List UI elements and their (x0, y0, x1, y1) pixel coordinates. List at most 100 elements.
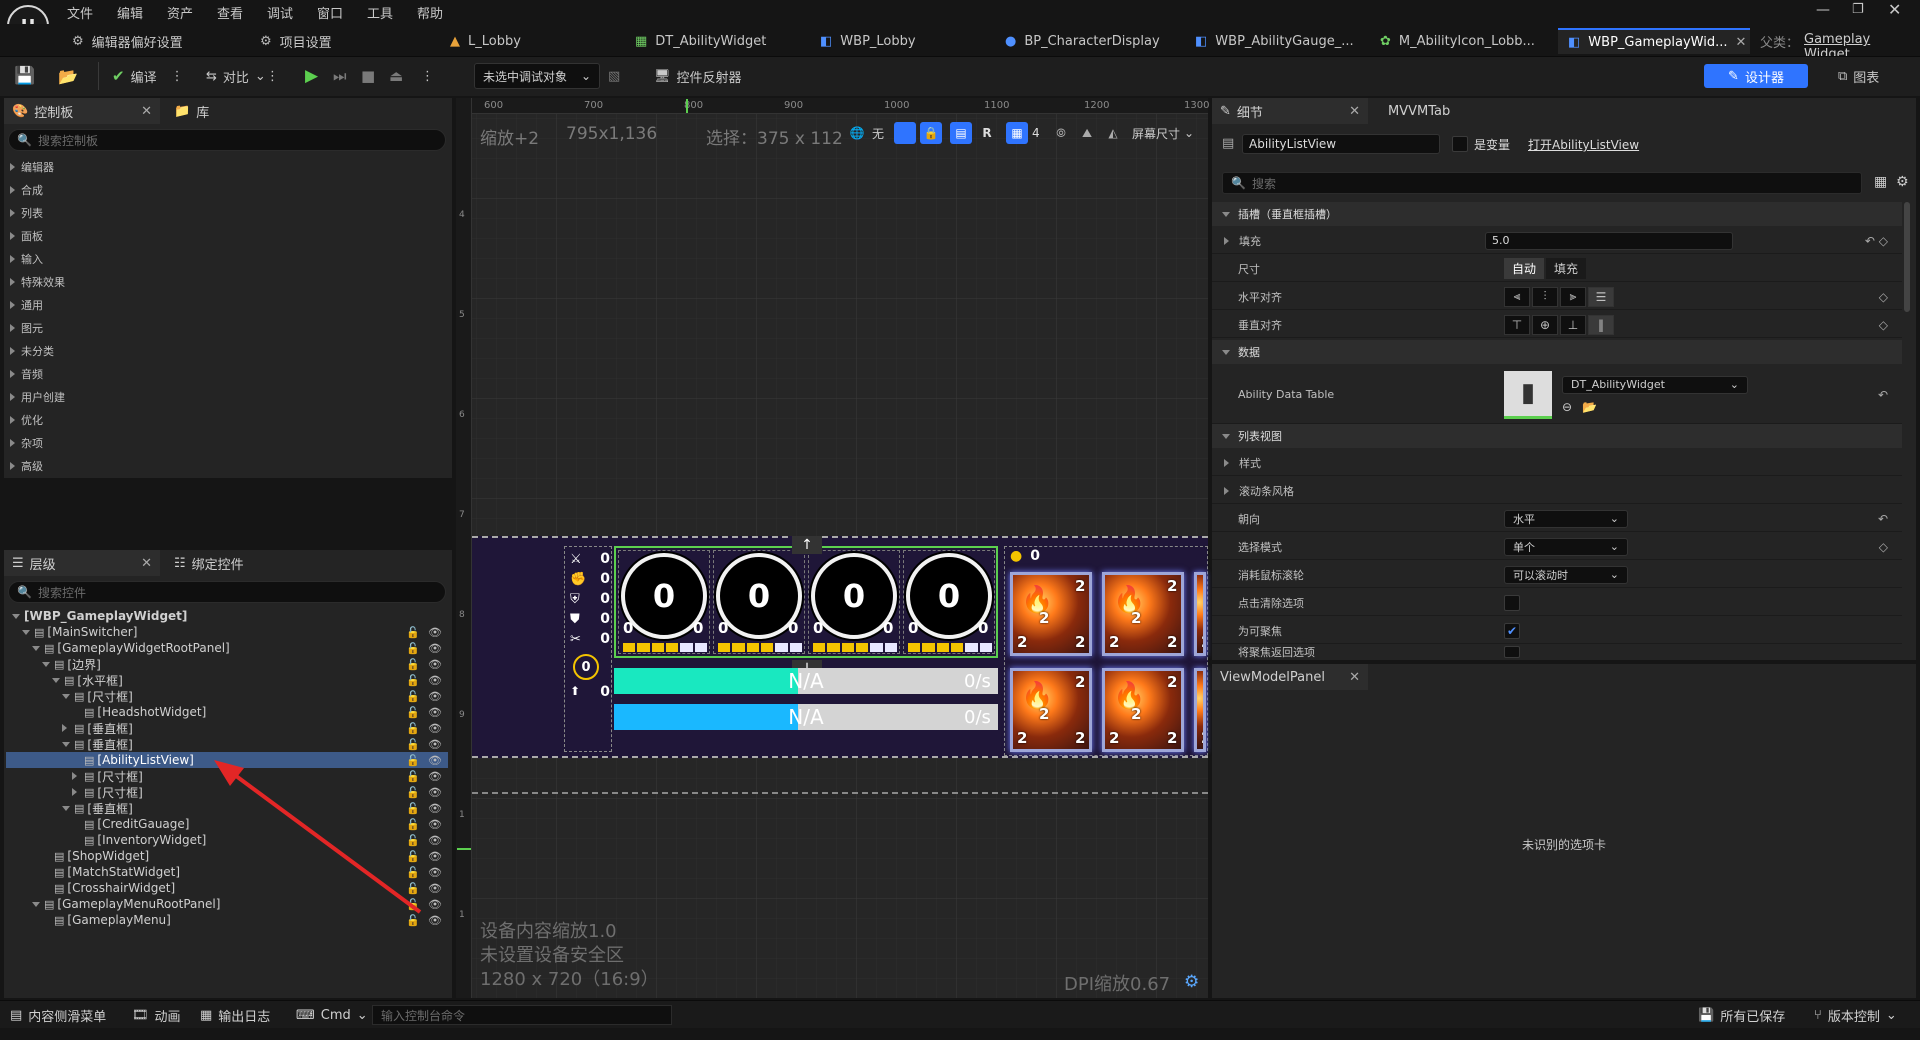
close-tab-icon[interactable]: ✕ (1735, 35, 1746, 50)
lock-icon[interactable]: 🔒 (920, 122, 943, 144)
focusable-checkbox-checked[interactable]: ✔ (1504, 622, 1520, 639)
visibility-eye-icon[interactable]: 👁 (428, 674, 442, 687)
tab-dt-abilitywidget[interactable]: ▦ DT_AbilityWidget (625, 28, 776, 54)
tree-row[interactable]: ▤ [边界] 🔓 👁 (6, 656, 448, 672)
inventory-card[interactable]: 🔥2 (1194, 668, 1206, 752)
tab-details[interactable]: ✎ 细节 ✕ (1212, 98, 1368, 124)
settings-gear-icon[interactable]: ⚙ (1896, 174, 1909, 190)
minimize-icon[interactable]: — (1816, 2, 1830, 18)
align-center-icon[interactable]: ⫶ (1532, 286, 1558, 307)
chevron-right-icon[interactable] (1224, 236, 1229, 245)
tab-m-abilityicon[interactable]: ✿ M_AbilityIcon_Lobb... (1370, 28, 1545, 54)
output-log-button[interactable]: ▦ 输出日志 (200, 1003, 270, 1027)
menu-file[interactable]: 文件 (67, 3, 93, 22)
visibility-eye-icon[interactable]: 👁 (428, 706, 442, 719)
palette-category[interactable]: 高级 (10, 455, 43, 477)
close-icon[interactable]: ✕ (141, 556, 152, 571)
valign-top-icon[interactable]: ⊤ (1504, 314, 1530, 335)
section-listview[interactable]: 列表视图 (1212, 424, 1902, 448)
grid-snap-value[interactable]: 4 (1032, 122, 1046, 144)
tree-row[interactable]: [WBP_GameplayWidget] (6, 608, 448, 624)
tree-toggle[interactable] (42, 661, 54, 667)
tree-toggle[interactable] (32, 645, 44, 651)
style-row[interactable]: 样式 (1212, 450, 1902, 476)
tab-wbp-lobby[interactable]: ◧ WBP_Lobby (810, 28, 926, 54)
globe-icon[interactable]: 🌐 (846, 122, 868, 144)
tab-editor-prefs[interactable]: ⚙ 编辑器偏好设置 (62, 28, 193, 54)
visibility-eye-icon[interactable]: 👁 (428, 722, 442, 735)
maximize-icon[interactable]: ❐ (1852, 2, 1864, 17)
details-scrollbar[interactable] (1904, 202, 1910, 312)
grid-snap-icon[interactable]: ▦ (1006, 122, 1029, 144)
tab-project-settings[interactable]: ⚙ 项目设置 (250, 28, 342, 54)
tab-hierarchy[interactable]: ☰ 层级 ✕ (4, 550, 160, 576)
details-search-input[interactable]: 🔍 搜索 (1222, 172, 1862, 194)
image-icon[interactable]: ⛰ (1076, 122, 1098, 144)
palette-category[interactable]: 合成 (10, 179, 43, 201)
designer-button[interactable]: ✎ 设计器 (1704, 64, 1808, 88)
close-window-icon[interactable]: ✕ (1888, 0, 1901, 19)
palette-category[interactable]: 未分类 (10, 340, 54, 362)
debug-target-dropdown[interactable]: 未选中调试对象 ⌄ (474, 63, 600, 89)
console-command-input[interactable]: 输入控制台命令 (372, 1005, 672, 1025)
unlock-icon[interactable]: 🔓 (406, 738, 420, 751)
tree-row[interactable]: ▤ [HeadshotWidget] 🔓 👁 (6, 704, 448, 720)
tab-wbp-gameplaywidget[interactable]: ◧ WBP_GameplayWid... ✕ (1558, 28, 1750, 54)
tree-row[interactable]: ▤ [垂直框] 🔓 👁 (6, 720, 448, 736)
palette-category[interactable]: 杂项 (10, 432, 43, 454)
visibility-eye-icon[interactable]: 👁 (428, 786, 442, 799)
valign-center-icon[interactable]: ⊕ (1532, 314, 1558, 335)
use-selected-icon[interactable]: ⊖ (1562, 400, 1572, 414)
palette-category[interactable]: 面板 (10, 225, 43, 247)
tree-row[interactable]: ▤ [水平框] 🔓 👁 (6, 672, 448, 688)
visibility-eye-icon[interactable]: 👁 (428, 802, 442, 815)
reset-diamond-icon[interactable]: ◇ (1879, 540, 1888, 554)
palette-category[interactable]: 输入 (10, 248, 43, 270)
layout-icon[interactable]: ▤ (950, 122, 973, 144)
unlock-icon[interactable]: 🔓 (406, 658, 420, 671)
tree-toggle[interactable] (62, 741, 74, 747)
ability-item[interactable]: 000 (808, 550, 900, 654)
dotted-box-icon[interactable] (894, 122, 917, 144)
stop-icon[interactable]: ■ (361, 62, 375, 90)
palette-category[interactable]: 音频 (10, 363, 43, 385)
data-table-dropdown[interactable]: DT_AbilityWidget ⌄ (1562, 375, 1748, 394)
content-drawer-button[interactable]: ▤ 内容侧滑菜单 (10, 1003, 106, 1027)
tab-wbp-abilitygauge[interactable]: ◧ WBP_AbilityGauge_... (1185, 28, 1364, 54)
tree-toggle[interactable] (72, 788, 84, 796)
reset-icon[interactable]: ↶ (1878, 388, 1888, 402)
diff-button[interactable]: ⇆ 对比 ⌄ (206, 62, 266, 90)
visibility-eye-icon[interactable]: 👁 (428, 898, 442, 911)
unlock-icon[interactable]: 🔓 (406, 626, 420, 639)
inventory-card[interactable]: 🔥 2 2 2 2 (1102, 572, 1184, 656)
click-clear-checkbox[interactable] (1504, 594, 1520, 611)
tab-bp-characterdisplay[interactable]: ● BP_CharacterDisplay (995, 28, 1170, 54)
ability-item[interactable]: 000 (713, 550, 805, 654)
reset-diamond-icon[interactable]: ◇ (1879, 290, 1888, 304)
visibility-eye-icon[interactable]: 👁 (428, 754, 442, 767)
tree-row[interactable]: ▤ [GameplayWidgetRootPanel] 🔓 👁 (6, 640, 448, 656)
scroll-style-row[interactable]: 滚动条风格 (1212, 478, 1902, 504)
dpi-settings-gear-icon[interactable]: ⚙ (1184, 972, 1199, 992)
table-view-icon[interactable]: ▦ (1874, 174, 1887, 190)
tree-toggle[interactable] (22, 629, 34, 635)
fill-value-input[interactable]: 5.0 (1485, 231, 1733, 250)
menu-help[interactable]: 帮助 (417, 3, 443, 22)
menu-view[interactable]: 查看 (217, 3, 243, 22)
visibility-eye-icon[interactable]: 👁 (428, 834, 442, 847)
tree-row[interactable]: ▤ [MainSwitcher] 🔓 👁 (6, 624, 448, 640)
visibility-eye-icon[interactable]: 👁 (428, 770, 442, 783)
outline-icon[interactable]: ⦾ (1050, 122, 1072, 144)
visibility-eye-icon[interactable]: 👁 (428, 866, 442, 879)
tab-bind-widgets[interactable]: ☷ 绑定控件 (166, 550, 252, 576)
section-data[interactable]: 数据 (1212, 340, 1902, 364)
visibility-eye-icon[interactable]: 👁 (428, 882, 442, 895)
browse-icon[interactable]: 📂 (58, 62, 78, 90)
menu-debug[interactable]: 调试 (267, 3, 293, 22)
step-icon[interactable]: ⏭ (333, 62, 347, 90)
visibility-eye-icon[interactable]: 👁 (428, 690, 442, 703)
align-right-icon[interactable]: ⫸ (1560, 286, 1586, 307)
visibility-eye-icon[interactable]: 👁 (428, 850, 442, 863)
respect-locks-toggle[interactable]: R (976, 122, 998, 144)
align-left-icon[interactable]: ⫷ (1504, 286, 1530, 307)
